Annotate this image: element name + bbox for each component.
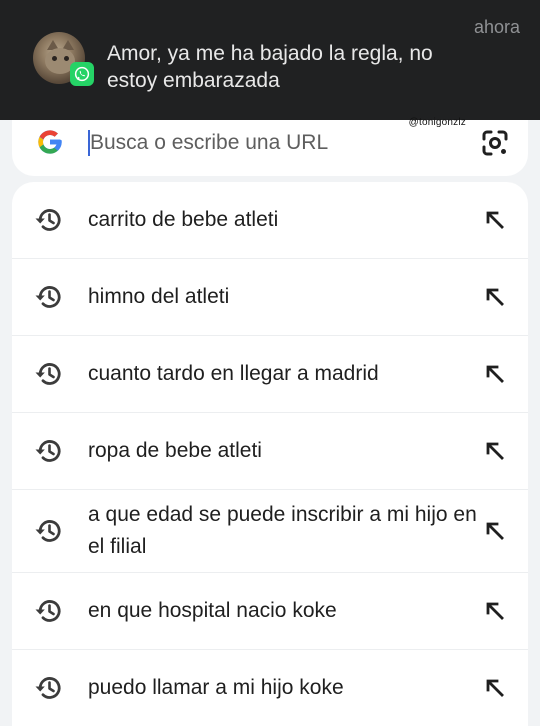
arrow-up-left-icon[interactable] [484, 600, 506, 622]
suggestion-row[interactable]: carrito de bebe atleti [12, 182, 528, 259]
google-lens-icon[interactable] [480, 128, 510, 158]
arrow-up-left-icon[interactable] [484, 209, 506, 231]
suggestion-text: carrito de bebe atleti [88, 208, 279, 231]
suggestion-text: cuanto tardo en llegar a madrid [88, 362, 379, 385]
history-icon [35, 677, 61, 699]
suggestion-row[interactable]: a que edad se puede inscribir a mi hijo … [12, 490, 528, 573]
suggestion-row[interactable]: puedo llamar a mi hijo koke [12, 650, 528, 726]
suggestion-row[interactable]: ropa de bebe atleti [12, 413, 528, 490]
suggestion-text: ropa de bebe atleti [88, 439, 262, 462]
arrow-up-left-icon[interactable] [484, 520, 506, 542]
history-icon [35, 363, 61, 385]
watermark: @tonigonzlz [408, 117, 466, 128]
history-icon [35, 286, 61, 308]
suggestion-text: a que edad se puede inscribir a mi hijo … [88, 503, 477, 558]
suggestion-text: himno del atleti [88, 285, 230, 308]
notification-banner[interactable]: ahora Amor, ya me ha bajado la regla, no… [0, 0, 540, 120]
suggestion-row[interactable]: en que hospital nacio koke [12, 573, 528, 650]
arrow-up-left-icon[interactable] [484, 363, 506, 385]
suggestion-text: en que hospital nacio koke [88, 599, 337, 622]
history-icon [35, 600, 61, 622]
suggestion-text: puedo llamar a mi hijo koke [88, 676, 344, 699]
notification-message: Amor, ya me ha bajado la regla, no estoy… [107, 42, 433, 92]
search-input[interactable]: Busca o escribe una URL [90, 131, 328, 155]
suggestions-list: carrito de bebe atleti himno del atleti … [12, 182, 528, 726]
arrow-up-left-icon[interactable] [484, 440, 506, 462]
history-icon [35, 440, 61, 462]
arrow-up-left-icon[interactable] [484, 677, 506, 699]
history-icon [35, 209, 61, 231]
arrow-up-left-icon[interactable] [484, 286, 506, 308]
suggestion-row[interactable]: cuanto tardo en llegar a madrid [12, 336, 528, 413]
google-logo-icon [38, 130, 62, 154]
notification-time: ahora [473, 17, 520, 37]
suggestion-row[interactable]: himno del atleti [12, 259, 528, 336]
history-icon [35, 520, 61, 542]
whatsapp-icon [70, 62, 94, 86]
